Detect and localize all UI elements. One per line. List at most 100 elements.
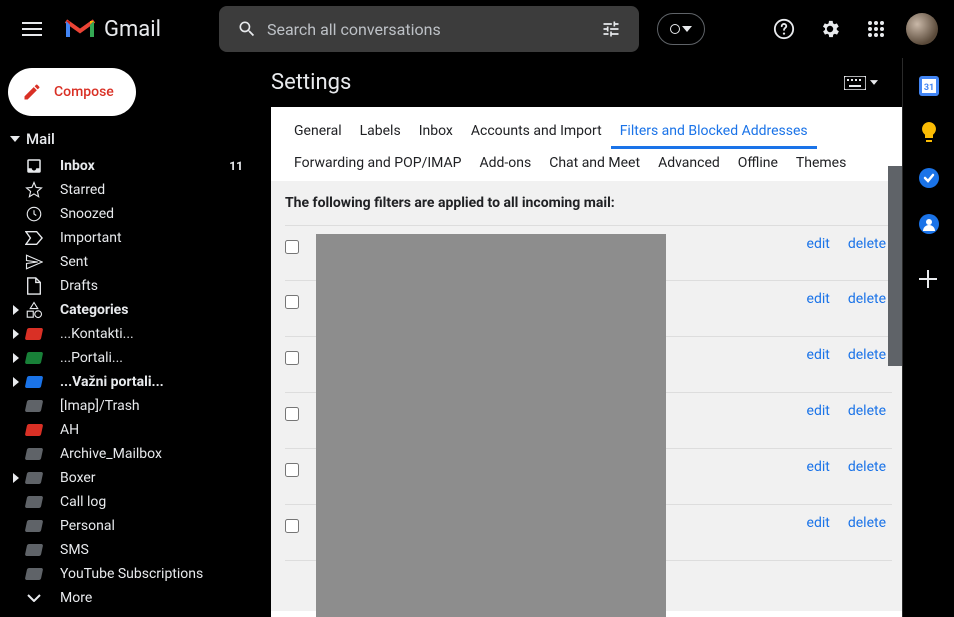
nav-item--portali-[interactable]: ...Portali... bbox=[0, 346, 255, 370]
help-icon bbox=[773, 18, 795, 40]
tasks-app-button[interactable] bbox=[919, 168, 939, 188]
calendar-app-button[interactable]: 31 bbox=[919, 76, 939, 96]
mail-section-header[interactable]: Mail bbox=[0, 116, 255, 154]
nav-item-drafts[interactable]: Drafts bbox=[0, 274, 255, 298]
nav-item--va-ni-portali-[interactable]: ...Važni portali... bbox=[0, 370, 255, 394]
nav-label: ...Kontakti... bbox=[60, 326, 134, 342]
filter-actions: edit delete bbox=[807, 347, 892, 363]
tab-general[interactable]: General bbox=[285, 117, 351, 149]
nav-item--imap-trash[interactable]: [Imap]/Trash bbox=[0, 394, 255, 418]
compose-label: Compose bbox=[54, 84, 114, 100]
nav-item-important[interactable]: Important bbox=[0, 226, 255, 250]
draft-icon bbox=[24, 276, 44, 296]
nav-item-categories[interactable]: Categories bbox=[0, 298, 255, 322]
filter-edit-link[interactable]: edit bbox=[807, 347, 830, 363]
filter-delete-link[interactable]: delete bbox=[848, 236, 886, 252]
nav-item-sent[interactable]: Sent bbox=[0, 250, 255, 274]
add-addon-button[interactable] bbox=[919, 270, 939, 290]
filter-delete-link[interactable]: delete bbox=[848, 347, 886, 363]
tab-accounts-and-import[interactable]: Accounts and Import bbox=[462, 117, 611, 149]
search-input[interactable] bbox=[267, 20, 591, 39]
nav-item-sms[interactable]: SMS bbox=[0, 538, 255, 562]
tune-icon bbox=[601, 19, 621, 39]
tab-inbox[interactable]: Inbox bbox=[410, 117, 462, 149]
settings-button[interactable] bbox=[810, 9, 850, 49]
important-icon bbox=[24, 228, 44, 248]
nav-item-archive_mailbox[interactable]: Archive_Mailbox bbox=[0, 442, 255, 466]
nav-label: Important bbox=[60, 230, 122, 246]
filter-checkbox[interactable] bbox=[285, 407, 299, 421]
filter-delete-link[interactable]: delete bbox=[848, 403, 886, 419]
app-header: Gmail bbox=[0, 0, 954, 58]
tab-forwarding-and-pop-imap[interactable]: Forwarding and POP/IMAP bbox=[285, 149, 470, 181]
label-icon bbox=[24, 492, 44, 512]
filter-edit-link[interactable]: edit bbox=[807, 459, 830, 475]
nav-item-personal[interactable]: Personal bbox=[0, 514, 255, 538]
nav-label: Snoozed bbox=[60, 206, 114, 222]
keep-icon bbox=[920, 122, 938, 142]
label-icon bbox=[24, 420, 44, 440]
nav-label: Call log bbox=[60, 494, 106, 510]
gmail-logo[interactable]: Gmail bbox=[64, 17, 161, 42]
svg-text:31: 31 bbox=[923, 83, 933, 93]
nav-item-call-log[interactable]: Call log bbox=[0, 490, 255, 514]
tab-themes[interactable]: Themes bbox=[787, 149, 855, 181]
compose-button[interactable]: Compose bbox=[8, 68, 136, 116]
caret-down-icon bbox=[682, 26, 692, 32]
nav-item-inbox[interactable]: Inbox 11 bbox=[0, 154, 255, 178]
filter-edit-link[interactable]: edit bbox=[807, 291, 830, 307]
inbox-icon bbox=[24, 156, 44, 176]
nav-item-boxer[interactable]: Boxer bbox=[0, 466, 255, 490]
filter-delete-link[interactable]: delete bbox=[848, 515, 886, 531]
nav-item-more[interactable]: More bbox=[0, 586, 255, 610]
expand-caret-icon bbox=[8, 353, 24, 363]
account-avatar[interactable] bbox=[906, 13, 938, 45]
filter-checkbox[interactable] bbox=[285, 351, 299, 365]
nav-item-youtube-subscriptions[interactable]: YouTube Subscriptions bbox=[0, 562, 255, 586]
scrollbar-thumb[interactable] bbox=[888, 166, 902, 366]
gmail-logo-text: Gmail bbox=[104, 17, 161, 42]
filter-edit-link[interactable]: edit bbox=[807, 236, 830, 252]
nav-item-ah[interactable]: AH bbox=[0, 418, 255, 442]
keep-app-button[interactable] bbox=[919, 122, 939, 142]
search-button[interactable] bbox=[227, 9, 267, 49]
tab-filters-and-blocked-addresses[interactable]: Filters and Blocked Addresses bbox=[611, 117, 817, 149]
sidebar: Compose Mail Inbox 11 Starred Snoozed Import… bbox=[0, 58, 255, 617]
search-options-button[interactable] bbox=[591, 9, 631, 49]
expand-caret-icon bbox=[8, 473, 24, 483]
tab-add-ons[interactable]: Add-ons bbox=[470, 149, 540, 181]
settings-title: Settings bbox=[271, 70, 351, 95]
input-tools-button[interactable] bbox=[844, 76, 878, 90]
send-icon bbox=[24, 252, 44, 272]
support-button[interactable] bbox=[764, 9, 804, 49]
plus-icon bbox=[919, 270, 937, 288]
filter-checkbox[interactable] bbox=[285, 463, 299, 477]
filter-edit-link[interactable]: edit bbox=[807, 403, 830, 419]
nav-count: 11 bbox=[229, 159, 243, 173]
filter-delete-link[interactable]: delete bbox=[848, 291, 886, 307]
nav-item--kontakti-[interactable]: ...Kontakti... bbox=[0, 322, 255, 346]
nav-item-snoozed[interactable]: Snoozed bbox=[0, 202, 255, 226]
contacts-app-button[interactable] bbox=[919, 214, 939, 234]
filter-actions: edit delete bbox=[807, 236, 892, 252]
settings-tabs: GeneralLabelsInboxAccounts and ImportFil… bbox=[271, 107, 902, 181]
filter-edit-link[interactable]: edit bbox=[807, 515, 830, 531]
google-apps-button[interactable] bbox=[856, 9, 896, 49]
tab-labels[interactable]: Labels bbox=[351, 117, 410, 149]
filter-checkbox[interactable] bbox=[285, 240, 299, 254]
contacts-icon bbox=[919, 214, 939, 234]
status-selector[interactable] bbox=[657, 13, 705, 45]
label-icon bbox=[24, 564, 44, 584]
pencil-icon bbox=[22, 82, 42, 102]
tab-offline[interactable]: Offline bbox=[729, 149, 787, 181]
filter-checkbox[interactable] bbox=[285, 295, 299, 309]
nav-label: Inbox bbox=[60, 158, 95, 174]
tab-advanced[interactable]: Advanced bbox=[649, 149, 729, 181]
star-icon bbox=[24, 180, 44, 200]
nav-item-starred[interactable]: Starred bbox=[0, 178, 255, 202]
filter-delete-link[interactable]: delete bbox=[848, 459, 886, 475]
filter-checkbox[interactable] bbox=[285, 519, 299, 533]
filter-actions: edit delete bbox=[807, 459, 892, 475]
tab-chat-and-meet[interactable]: Chat and Meet bbox=[540, 149, 649, 181]
main-menu-button[interactable] bbox=[8, 5, 56, 53]
